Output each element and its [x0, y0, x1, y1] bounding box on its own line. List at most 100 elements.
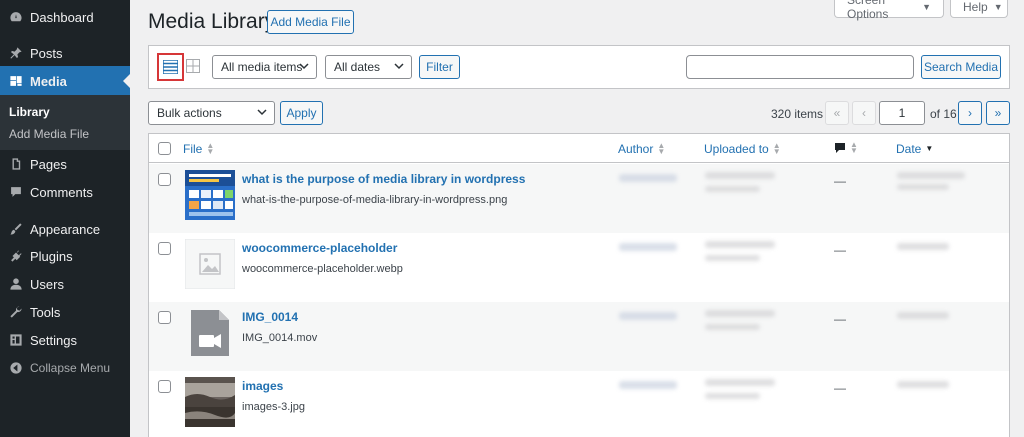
menu-label: Plugins	[30, 248, 73, 264]
date-blurred	[897, 312, 949, 319]
pages-icon	[9, 157, 23, 171]
menu-label: Collapse Menu	[30, 361, 111, 375]
apply-button[interactable]: Apply	[280, 101, 323, 125]
date-blurred	[897, 243, 949, 250]
row-checkbox[interactable]	[158, 380, 171, 393]
menu-posts[interactable]: Posts	[0, 40, 130, 66]
row-checkbox[interactable]	[158, 242, 171, 255]
menu-dashboard[interactable]: Dashboard	[0, 4, 130, 30]
media-filter-bar: All media items All dates Filter Search …	[148, 45, 1010, 89]
menu-label: Pages	[30, 156, 67, 172]
media-title-link[interactable]: what is the purpose of media library in …	[242, 172, 525, 186]
uploaded-blurred	[705, 186, 760, 192]
search-media-button[interactable]: Search Media	[921, 55, 1001, 79]
comments-count: —	[834, 312, 846, 326]
prev-page-button[interactable]: ‹	[852, 101, 876, 125]
menu-appearance[interactable]: Appearance	[0, 216, 130, 242]
add-media-file-button[interactable]: Add Media File	[267, 10, 354, 34]
caret-down-icon: ▼	[993, 1, 1003, 12]
last-page-button[interactable]: »	[986, 101, 1010, 125]
bulk-actions-select[interactable]: Bulk actions	[148, 101, 275, 125]
collapse-menu-button[interactable]: Collapse Menu	[0, 355, 130, 381]
row-checkbox[interactable]	[158, 173, 171, 186]
media-title-link[interactable]: images	[242, 379, 283, 393]
date-column-header[interactable]: Date ▼	[896, 142, 933, 156]
media-filename: woocommerce-placeholder.webp	[242, 263, 403, 275]
placeholder-image-icon[interactable]	[185, 239, 235, 289]
date-blurred	[897, 172, 965, 179]
media-filename: IMG_0014.mov	[242, 332, 318, 344]
settings-icon	[9, 333, 23, 347]
collapse-icon	[9, 361, 23, 375]
comments-column-header[interactable]: ▲ ▼	[834, 140, 858, 155]
table-row: images images-3.jpg —	[149, 371, 1009, 437]
date-blurred	[897, 184, 949, 190]
author-blurred	[619, 243, 677, 251]
search-input[interactable]	[686, 55, 914, 79]
media-title-link[interactable]: woocommerce-placeholder	[242, 241, 397, 255]
table-row: IMG_0014 IMG_0014.mov —	[149, 302, 1009, 371]
author-column-header[interactable]: Author ▲ ▼	[618, 142, 665, 157]
list-view-button[interactable]	[157, 53, 184, 81]
media-submenu: Library Add Media File	[0, 95, 130, 150]
menu-label: Appearance	[30, 221, 101, 237]
media-filename: images-3.jpg	[242, 401, 305, 413]
sort-icon: ▲ ▼	[850, 140, 858, 155]
screen-options-button[interactable]: Screen Options ▼	[834, 0, 944, 21]
dashboard-icon	[9, 10, 23, 24]
file-column-header[interactable]: File ▲ ▼	[183, 142, 214, 157]
menu-pages[interactable]: Pages	[0, 151, 130, 177]
date-header-label: Date	[896, 142, 922, 156]
menu-label: Users	[30, 276, 64, 292]
uploaded-blurred	[705, 241, 775, 248]
media-type-value: All media items	[221, 60, 303, 74]
video-file-icon[interactable]	[185, 308, 235, 358]
uploaded-to-column-header[interactable]: Uploaded to ▲ ▼	[704, 142, 781, 157]
media-type-select[interactable]: All media items	[212, 55, 317, 79]
table-row: woocommerce-placeholder woocommerce-plac…	[149, 233, 1009, 302]
file-header-label: File	[183, 142, 203, 156]
comments-count: —	[834, 174, 846, 188]
menu-label: Posts	[30, 45, 63, 61]
submenu-add-media-file[interactable]: Add Media File	[9, 127, 89, 141]
uploaded-blurred	[705, 255, 760, 261]
help-label: Help	[963, 0, 988, 14]
user-icon	[9, 277, 23, 291]
menu-comments[interactable]: Comments	[0, 179, 130, 205]
date-select[interactable]: All dates	[325, 55, 412, 79]
menu-label: Dashboard	[30, 9, 94, 25]
row-checkbox[interactable]	[158, 311, 171, 324]
admin-sidebar: Dashboard Posts Media Library Add Media …	[0, 0, 130, 437]
uploaded-header-label: Uploaded to	[704, 142, 769, 156]
filter-button[interactable]: Filter	[419, 55, 460, 79]
menu-media[interactable]: Media	[0, 66, 130, 96]
menu-plugins[interactable]: Plugins	[0, 243, 130, 269]
screen-options-label: Screen Options	[847, 0, 889, 21]
photo-thumbnail[interactable]	[185, 377, 235, 427]
sort-desc-icon: ▼	[925, 144, 934, 153]
author-blurred	[619, 312, 677, 320]
menu-settings[interactable]: Settings	[0, 327, 130, 353]
menu-label: Comments	[30, 184, 93, 200]
menu-tools[interactable]: Tools	[0, 299, 130, 325]
help-button[interactable]: Help ▼	[950, 0, 1008, 18]
next-page-button[interactable]: ›	[958, 101, 982, 125]
current-page-input[interactable]: 1	[879, 101, 925, 125]
media-table: File ▲ ▼ Author ▲ ▼ Uploaded to ▲ ▼ ▲ ▼ Date…	[148, 133, 1010, 437]
author-header-label: Author	[618, 142, 654, 156]
table-row: what is the purpose of media library in …	[149, 164, 1009, 233]
chevron-down-icon	[394, 63, 404, 70]
menu-users[interactable]: Users	[0, 271, 130, 297]
media-title-link[interactable]: IMG_0014	[242, 310, 298, 324]
select-all-checkbox[interactable]	[158, 142, 171, 155]
submenu-library[interactable]: Library	[9, 105, 50, 119]
comments-count: —	[834, 243, 846, 257]
grid-view-icon[interactable]	[186, 59, 200, 73]
uploaded-blurred	[705, 324, 760, 330]
wrench-icon	[9, 305, 23, 319]
media-thumbnail[interactable]	[185, 170, 235, 220]
date-value: All dates	[334, 60, 381, 74]
bulk-actions-value: Bulk actions	[157, 106, 222, 120]
caret-down-icon: ▼	[922, 1, 931, 12]
first-page-button[interactable]: «	[825, 101, 849, 125]
